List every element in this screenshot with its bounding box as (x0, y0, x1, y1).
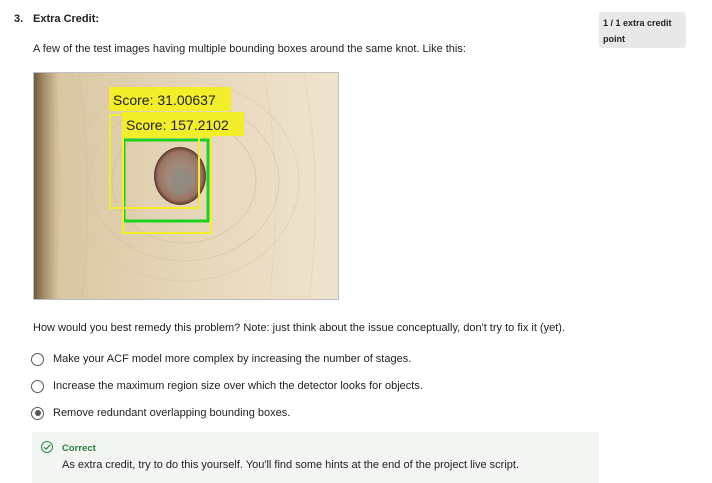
option-3[interactable]: Remove redundant overlapping bounding bo… (31, 405, 290, 421)
radio-button[interactable] (31, 352, 44, 366)
option-label: Remove redundant overlapping bounding bo… (53, 407, 291, 419)
option-1[interactable]: Make your ACF model more complex by incr… (31, 351, 411, 367)
score-label-1: Score: 31.00637 (113, 92, 216, 108)
feedback-panel: Correct As extra credit, try to do this … (32, 432, 599, 483)
radio-button-selected[interactable] (31, 406, 44, 420)
points-badge: 1 / 1 extra credit point (599, 12, 686, 48)
question-prompt: How would you best remedy this problem? … (33, 322, 565, 334)
option-2[interactable]: Increase the maximum region size over wh… (31, 378, 423, 394)
question-title: Extra Credit: (33, 13, 100, 25)
knot-detection-image: Score: 31.00637 Score: 157.2102 (33, 72, 339, 300)
option-label: Make your ACF model more complex by incr… (53, 353, 412, 365)
question-number: 3. (14, 13, 24, 25)
score-label-2: Score: 157.2102 (126, 117, 229, 133)
feedback-text: As extra credit, try to do this yourself… (62, 459, 519, 471)
check-circle-icon (41, 441, 53, 453)
question-intro: A few of the test images having multiple… (33, 43, 466, 55)
option-label: Increase the maximum region size over wh… (53, 380, 423, 392)
feedback-status: Correct (62, 443, 96, 454)
radio-button[interactable] (31, 379, 44, 393)
